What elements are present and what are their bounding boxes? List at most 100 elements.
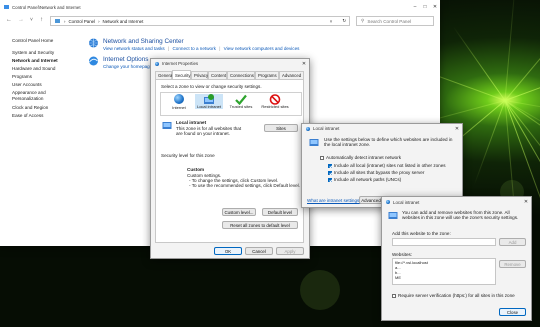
auto-detect-checkbox[interactable]: Automatically detect intranet network bbox=[320, 155, 401, 160]
sidebar-item-user-accounts[interactable]: User Accounts bbox=[12, 82, 82, 87]
option-local-sites-label: Include all local (intranet) sites not l… bbox=[334, 163, 446, 168]
section-links-network: View network status and tasks | Connect … bbox=[103, 46, 299, 51]
zone-local-intranet[interactable]: Local intranet bbox=[195, 94, 223, 109]
close-button[interactable]: ✕ bbox=[299, 59, 309, 68]
minimize-button[interactable]: – bbox=[410, 3, 420, 12]
websites-label: Websites: bbox=[392, 252, 413, 257]
sidebar-item-hardware-sound[interactable]: Hardware and Sound bbox=[12, 66, 82, 71]
address-toolbar: ← → ˅ ↑ › Control Panel › Network and In… bbox=[0, 14, 440, 28]
auto-detect-label: Automatically detect intranet network bbox=[326, 155, 402, 160]
custom-level-button[interactable]: Custom level... bbox=[222, 208, 256, 216]
sites-dialog: Local intranet ✕ You can add and remove … bbox=[381, 196, 532, 321]
internet-options-icon bbox=[155, 61, 159, 66]
link-separator: | bbox=[219, 46, 221, 51]
search-input[interactable]: ⚲ Search Control Panel bbox=[356, 16, 434, 26]
globe-icon bbox=[174, 94, 184, 104]
zone-trusted-sites[interactable]: Trusted sites bbox=[227, 94, 255, 109]
add-website-input[interactable] bbox=[392, 238, 496, 246]
search-placeholder: Search Control Panel bbox=[367, 18, 412, 24]
tab-privacy[interactable]: Privacy bbox=[191, 71, 208, 79]
remove-button[interactable]: Remove bbox=[499, 260, 526, 268]
link-view-network-status[interactable]: View network status and tasks bbox=[103, 46, 165, 51]
sidebar-item-appearance[interactable]: Appearance and Personalization bbox=[12, 90, 56, 102]
window-title: Control Panel\Network and Internet bbox=[12, 4, 81, 10]
maximize-button[interactable]: □ bbox=[420, 3, 430, 12]
globe-icon bbox=[386, 200, 390, 204]
address-dropdown-icon[interactable]: ˅ bbox=[330, 19, 333, 24]
tab-general[interactable]: General bbox=[155, 71, 173, 79]
add-website-label: Add this website to the zone: bbox=[392, 231, 451, 236]
zone-label-trusted-sites: Trusted sites bbox=[229, 104, 253, 109]
search-icon: ⚲ bbox=[361, 18, 365, 23]
internet-properties-titlebar: Internet Properties ✕ bbox=[151, 59, 309, 68]
link-change-homepage[interactable]: Change your homepage bbox=[103, 64, 152, 69]
option-network-paths[interactable]: Include all network paths (UNCs) bbox=[328, 177, 401, 182]
section-title-internet-options[interactable]: Internet Options bbox=[103, 56, 148, 63]
tab-programs[interactable]: Programs bbox=[255, 71, 279, 79]
zone-restricted-sites[interactable]: Restricted sites bbox=[259, 94, 291, 109]
zone-instruction: Select a zone to view or change security… bbox=[161, 84, 262, 89]
link-view-network-computers[interactable]: View network computers and devices bbox=[224, 46, 300, 51]
breadcrumb-network[interactable]: Network and Internet bbox=[103, 19, 144, 24]
add-button[interactable]: Add bbox=[499, 238, 526, 246]
default-level-button[interactable]: Default level bbox=[262, 208, 298, 216]
close-button[interactable]: ✕ bbox=[452, 124, 462, 133]
ok-button[interactable]: OK bbox=[214, 247, 242, 255]
sidebar-item-system-security[interactable]: System and Security bbox=[12, 50, 82, 55]
control-panel-titlebar: Control Panel\Network and Internet – □ ✕ bbox=[0, 0, 440, 14]
forward-arrow-icon[interactable]: → bbox=[18, 17, 24, 23]
option-bypass-proxy-checkbox[interactable] bbox=[328, 170, 332, 175]
zone-label-local-intranet: Local intranet bbox=[196, 104, 221, 109]
close-button[interactable]: Close bbox=[499, 308, 526, 316]
sidebar-item-clock-region[interactable]: Clock and Region bbox=[12, 105, 82, 110]
option-network-paths-label: Include all network paths (UNCs) bbox=[334, 177, 402, 182]
what-are-intranet-settings-link[interactable]: What are intranet settings? bbox=[307, 198, 362, 203]
internet-properties-dialog: Internet Properties ✕ General Security P… bbox=[150, 58, 310, 259]
link-connect-network[interactable]: Connect to a network bbox=[172, 46, 215, 51]
close-button[interactable]: ✕ bbox=[430, 3, 440, 12]
sites-button[interactable]: Sites bbox=[264, 124, 298, 132]
sites-description: You can add and remove websites from thi… bbox=[402, 210, 519, 220]
tab-content[interactable]: Content bbox=[208, 71, 227, 79]
websites-list[interactable]: file://*.vsl.localhost a... b... ME bbox=[392, 258, 496, 285]
tab-connections[interactable]: Connections bbox=[227, 71, 255, 79]
auto-detect-checkbox-box[interactable] bbox=[320, 155, 324, 160]
tab-advanced[interactable]: Advanced bbox=[279, 71, 304, 79]
dialog-title: Internet Properties bbox=[162, 61, 199, 66]
intranet-icon bbox=[309, 139, 319, 146]
local-intranet-zone-icon bbox=[162, 122, 172, 129]
sidebar-item-home[interactable]: Control Panel Home bbox=[12, 38, 82, 43]
require-https-checkbox[interactable]: Require server verification (https:) for… bbox=[392, 293, 515, 298]
breadcrumb-control-panel[interactable]: Control Panel bbox=[68, 19, 95, 24]
zone-label-internet: Internet bbox=[172, 105, 186, 110]
advanced-button[interactable]: Advanced bbox=[359, 196, 383, 204]
sidebar-item-network-internet[interactable]: Network and Internet bbox=[12, 58, 82, 63]
sidebar-item-programs[interactable]: Programs bbox=[12, 74, 82, 79]
option-bypass-proxy[interactable]: Include all sites that bypass the proxy … bbox=[328, 170, 424, 175]
local-intranet-titlebar: Local intranet ✕ bbox=[302, 124, 462, 133]
cancel-button[interactable]: Cancel bbox=[245, 247, 273, 255]
intranet-icon bbox=[388, 212, 398, 219]
option-network-paths-checkbox[interactable] bbox=[328, 177, 332, 182]
sites-titlebar: Local intranet ✕ bbox=[382, 197, 531, 207]
require-https-checkbox-box[interactable] bbox=[392, 293, 396, 298]
option-local-sites[interactable]: Include all local (intranet) sites not l… bbox=[328, 163, 446, 168]
security-level-label: Security level for this zone bbox=[161, 153, 215, 158]
refresh-icon[interactable]: ↻ bbox=[342, 18, 346, 24]
option-bypass-proxy-label: Include all sites that bypass the proxy … bbox=[334, 170, 425, 175]
list-item[interactable]: ME bbox=[395, 275, 493, 280]
close-button[interactable]: ✕ bbox=[521, 198, 531, 207]
local-intranet-description: Use the settings below to define which w… bbox=[324, 137, 453, 147]
section-title-network-sharing[interactable]: Network and Sharing Center bbox=[103, 38, 184, 45]
link-separator: | bbox=[168, 46, 170, 51]
address-bar[interactable]: › Control Panel › Network and Internet ˅… bbox=[50, 16, 350, 26]
sidebar-item-ease-of-access[interactable]: Ease of Access bbox=[12, 113, 82, 118]
reset-all-zones-button[interactable]: Reset all zones to default level bbox=[222, 221, 298, 229]
back-arrow-icon[interactable]: ← bbox=[6, 17, 12, 23]
zone-internet[interactable]: Internet bbox=[165, 94, 193, 110]
option-local-sites-checkbox[interactable] bbox=[328, 163, 332, 168]
apply-button[interactable]: Apply bbox=[276, 247, 304, 255]
tab-security[interactable]: Security bbox=[172, 70, 191, 79]
chevron-down-icon[interactable]: ˅ bbox=[30, 17, 33, 23]
up-arrow-icon[interactable]: ↑ bbox=[40, 17, 43, 23]
